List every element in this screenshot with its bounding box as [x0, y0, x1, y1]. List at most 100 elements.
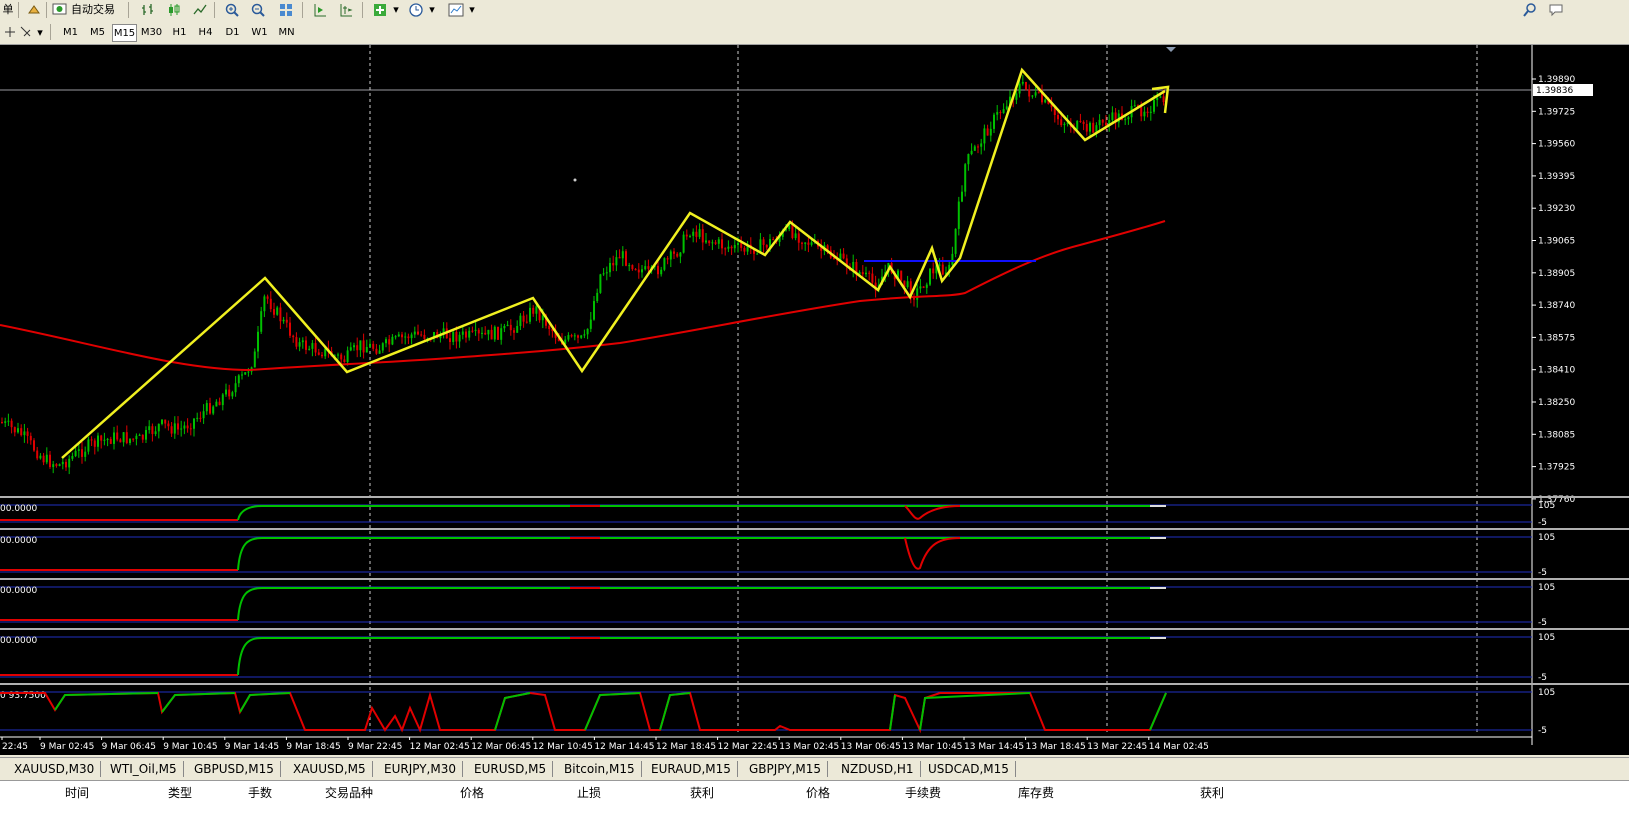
periods-clock-icon[interactable] [406, 1, 426, 18]
zoom-out-icon[interactable] [248, 1, 268, 18]
timeframe-mn-button[interactable]: MN [274, 24, 299, 42]
candle-body [317, 352, 320, 355]
search-icon[interactable] [1520, 1, 1540, 18]
candle-body [58, 464, 61, 466]
terminal-column-header[interactable]: 库存费 [1018, 784, 1054, 801]
terminal-column-header[interactable]: 价格 [460, 784, 484, 801]
price-tick-label: 1.38085 [1538, 430, 1575, 440]
strategy-tester-icon[interactable] [24, 1, 44, 18]
candle-body [100, 435, 103, 441]
price-tick-label: 1.38905 [1538, 269, 1575, 279]
chart-tab[interactable]: WTI_Oil,M5 [104, 761, 184, 777]
timeframe-m5-button[interactable]: M5 [85, 24, 110, 42]
candle-body [1159, 96, 1162, 98]
toolbar-left-label[interactable]: 单 [0, 0, 16, 18]
candle-body [167, 423, 170, 427]
templates-dropdown-icon[interactable]: ▾ [468, 0, 476, 18]
candle-body [900, 270, 903, 281]
candle-body [269, 298, 272, 310]
chart-tab[interactable]: EURUSD,M5 [468, 761, 554, 777]
candle-body [689, 235, 691, 237]
chart-tab[interactable]: USDCAD,M15 [922, 761, 1016, 777]
candle-body [1156, 97, 1159, 101]
chart-tab[interactable]: GBPJPY,M15 [743, 761, 829, 777]
candle-body [730, 246, 733, 249]
candle-body [605, 272, 608, 274]
candle-body [967, 154, 970, 165]
candle-body [490, 329, 493, 340]
cursor-dropdown-icon[interactable]: ▾ [36, 23, 44, 41]
terminal-column-header[interactable]: 手续费 [905, 784, 941, 801]
terminal-column-header[interactable]: 止损 [577, 784, 601, 801]
time-axis-label: 9 Mar 22:45 [348, 742, 402, 752]
timeframe-w1-button[interactable]: W1 [247, 24, 272, 42]
chart-tab[interactable]: NZDUSD,H1 [835, 761, 921, 777]
autotrading-button[interactable]: 自动交易 [52, 0, 124, 18]
periods-dropdown-icon[interactable]: ▾ [428, 0, 436, 18]
candle-body [669, 251, 672, 260]
candles [1, 74, 1165, 475]
candle-body [465, 331, 467, 338]
chart-tab[interactable]: EURJPY,M30 [378, 761, 463, 777]
candle-body [420, 334, 423, 336]
candle-body [487, 329, 490, 335]
candle-body [663, 258, 666, 270]
candle-body [964, 164, 967, 192]
chart-tab[interactable]: GBPUSD,M15 [188, 761, 281, 777]
chart-tab[interactable]: XAUUSD,M30 [8, 761, 102, 777]
candle-body [308, 348, 311, 350]
chart-shift-icon[interactable] [310, 1, 330, 18]
candle-body [33, 440, 35, 451]
price-tick-label: 1.38575 [1538, 333, 1575, 343]
candle-body [644, 266, 647, 270]
timeframe-m30-button[interactable]: M30 [139, 24, 164, 42]
line-chart-icon[interactable] [190, 1, 210, 18]
autotrading-label: 自动交易 [71, 3, 115, 16]
candle-body [55, 464, 58, 466]
terminal-column-header[interactable]: 获利 [690, 784, 714, 801]
price-tick-label: 1.39890 [1538, 75, 1575, 85]
indicators-icon[interactable] [370, 1, 390, 18]
indicator-dip [904, 537, 961, 570]
timeframe-h1-button[interactable]: H1 [167, 24, 192, 42]
zoom-in-icon[interactable] [222, 1, 242, 18]
chat-icon[interactable] [1546, 1, 1566, 18]
candle-body [215, 401, 218, 407]
chart-shift-marker [1166, 47, 1176, 52]
candle-body [410, 334, 413, 339]
candlestick-icon[interactable] [164, 1, 184, 18]
candle-body [1031, 95, 1034, 97]
crosshair-cursor-icon[interactable] [16, 23, 36, 40]
terminal-column-header[interactable]: 时间 [65, 784, 89, 801]
candle-body [231, 392, 234, 397]
candle-body [1076, 120, 1079, 130]
chart-tab[interactable]: EURAUD,M15 [645, 761, 738, 777]
bar-chart-icon[interactable] [138, 1, 158, 18]
candle-body [321, 354, 323, 357]
autoscroll-icon[interactable] [336, 1, 356, 18]
terminal-column-header[interactable]: 获利 [1200, 784, 1224, 801]
terminal-column-header[interactable]: 类型 [168, 784, 192, 801]
templates-icon[interactable] [446, 1, 466, 18]
indicators-dropdown-icon[interactable]: ▾ [392, 0, 400, 18]
terminal-column-header[interactable]: 价格 [806, 784, 830, 801]
terminal-column-header[interactable]: 手数 [248, 784, 272, 801]
price-chart[interactable]: 1.39890 1.39725 1.39560 1.39395 1.39230 1.390… [0, 45, 1629, 755]
terminal-column-header[interactable]: 交易品种 [325, 784, 373, 801]
candle-body [938, 264, 941, 266]
candle-body [1028, 89, 1031, 97]
timeframe-m15-button[interactable]: M15 [112, 24, 137, 42]
tile-windows-icon[interactable] [276, 1, 296, 18]
chart-tab[interactable]: Bitcoin,M15 [558, 761, 642, 777]
timeframe-h4-button[interactable]: H4 [193, 24, 218, 42]
candle-body [311, 343, 314, 349]
chart-tab[interactable]: XAUUSD,M5 [287, 761, 373, 777]
timeframe-d1-button[interactable]: D1 [220, 24, 245, 42]
candle-body [276, 307, 279, 315]
candle-body [532, 307, 535, 314]
candle-body [957, 201, 960, 229]
chart-window[interactable]: 1.39890 1.39725 1.39560 1.39395 1.39230 1.390… [0, 45, 1629, 755]
timeframe-m1-button[interactable]: M1 [58, 24, 83, 42]
price-tick-label: 1.37925 [1538, 463, 1575, 473]
indicator-scale-top: 105 [1538, 633, 1555, 643]
